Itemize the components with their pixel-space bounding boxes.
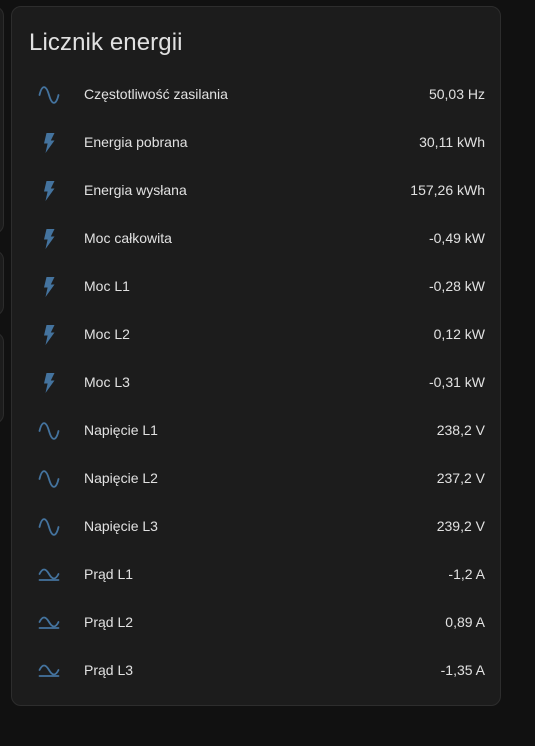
- entity-value: 237,2 V: [436, 470, 485, 486]
- entity-value: -0,28 kW: [428, 278, 485, 294]
- sine-wave-icon: [36, 466, 62, 492]
- lightning-bolt-icon: [36, 130, 62, 156]
- entity-value: 0,12 kW: [433, 326, 485, 342]
- entity-value: -0,49 kW: [428, 230, 485, 246]
- lightning-bolt-icon: [36, 226, 62, 252]
- energy-meter-card: Licznik energii Częstotliwość zasilania …: [11, 6, 501, 706]
- entity-row[interactable]: Napięcie L2 237,2 V: [12, 455, 500, 503]
- entity-list: Częstotliwość zasilania 50,03 Hz Energia…: [12, 71, 500, 695]
- entity-name: Energia wysłana: [84, 182, 187, 198]
- current-ac-icon: [36, 658, 62, 684]
- entity-name: Moc całkowita: [84, 230, 172, 246]
- entity-name: Napięcie L1: [84, 422, 158, 438]
- sine-wave-icon: [36, 418, 62, 444]
- entity-name: Prąd L3: [84, 662, 134, 678]
- entity-row[interactable]: Prąd L2 0,89 A: [12, 599, 500, 647]
- entity-value: 239,2 V: [436, 518, 485, 534]
- entity-value: 50,03 Hz: [428, 86, 485, 102]
- sine-wave-icon: [36, 82, 62, 108]
- entity-row[interactable]: Prąd L1 -1,2 A: [12, 551, 500, 599]
- entity-name: Częstotliwość zasilania: [84, 86, 228, 102]
- entity-row[interactable]: Energia pobrana 30,11 kWh: [12, 119, 500, 167]
- sine-wave-icon: [36, 514, 62, 540]
- card-title: Licznik energii: [29, 29, 183, 56]
- entity-value: -0,31 kW: [428, 374, 485, 390]
- entity-value: -1,2 A: [448, 566, 485, 582]
- current-ac-icon: [36, 562, 62, 588]
- entity-row[interactable]: Częstotliwość zasilania 50,03 Hz: [12, 71, 500, 119]
- entity-row[interactable]: Napięcie L1 238,2 V: [12, 407, 500, 455]
- entity-name: Napięcie L3: [84, 518, 158, 534]
- entity-row[interactable]: Moc L2 0,12 kW: [12, 311, 500, 359]
- entity-row[interactable]: Moc całkowita -0,49 kW: [12, 215, 500, 263]
- lightning-bolt-icon: [36, 274, 62, 300]
- entity-row[interactable]: Moc L1 -0,28 kW: [12, 263, 500, 311]
- entity-name: Moc L3: [84, 374, 130, 390]
- background-card-3: [0, 332, 4, 424]
- entity-value: 157,26 kWh: [410, 182, 485, 198]
- lightning-bolt-icon: [36, 322, 62, 348]
- entity-name: Moc L2: [84, 326, 130, 342]
- entity-row[interactable]: Moc L3 -0,31 kW: [12, 359, 500, 407]
- background-card-1: [0, 6, 4, 234]
- current-ac-icon: [36, 610, 62, 636]
- entity-value: 0,89 A: [445, 614, 485, 630]
- entity-row[interactable]: Energia wysłana 157,26 kWh: [12, 167, 500, 215]
- entity-name: Moc L1: [84, 278, 130, 294]
- entity-value: -1,35 A: [440, 662, 485, 678]
- background-card-2: [0, 250, 4, 316]
- entity-row[interactable]: Prąd L3 -1,35 A: [12, 647, 500, 695]
- lightning-bolt-icon: [36, 178, 62, 204]
- entity-name: Prąd L2: [84, 614, 134, 630]
- entity-name: Napięcie L2: [84, 470, 158, 486]
- entity-row[interactable]: Napięcie L3 239,2 V: [12, 503, 500, 551]
- entity-name: Prąd L1: [84, 566, 134, 582]
- entity-name: Energia pobrana: [84, 134, 188, 150]
- entity-value: 238,2 V: [436, 422, 485, 438]
- entity-value: 30,11 kWh: [419, 134, 485, 150]
- lightning-bolt-icon: [36, 370, 62, 396]
